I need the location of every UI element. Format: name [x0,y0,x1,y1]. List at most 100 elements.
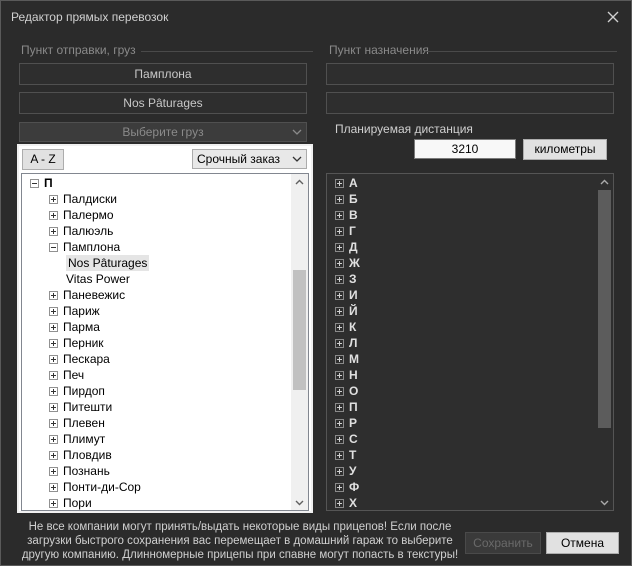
expand-icon[interactable] [49,339,58,348]
tree-item[interactable]: Nos Pâturages [22,255,292,271]
tree-item[interactable]: Ф [327,479,597,495]
expand-icon[interactable] [335,307,344,316]
tree-item[interactable]: Л [327,335,597,351]
expand-icon[interactable] [335,435,344,444]
tree-item[interactable]: Плевен [22,415,292,431]
expand-icon[interactable] [49,483,58,492]
expand-icon[interactable] [49,451,58,460]
origin-city-field[interactable]: Памплона [19,63,307,85]
expand-icon[interactable] [335,243,344,252]
tree-item[interactable]: М [327,351,597,367]
expand-icon[interactable] [49,307,58,316]
expand-icon[interactable] [335,403,344,412]
tree-item[interactable]: Н [327,367,597,383]
tree-item[interactable]: У [327,463,597,479]
expand-icon[interactable] [335,419,344,428]
expand-icon[interactable] [49,387,58,396]
scrollbar-thumb[interactable] [598,190,611,428]
tree-item[interactable]: С [327,431,597,447]
title-bar[interactable]: Редактор прямых перевозок [1,1,631,33]
chevron-up-icon[interactable] [295,178,304,187]
cargo-select[interactable]: Выберите груз [19,122,307,142]
expand-icon[interactable] [335,259,344,268]
destination-city-field[interactable] [326,63,614,85]
tree-item[interactable]: Т [327,447,597,463]
expand-icon[interactable] [49,403,58,412]
tree-item[interactable]: Б [327,191,597,207]
tree-item[interactable]: Париж [22,303,292,319]
tree-item[interactable]: А [327,175,597,191]
collapse-icon[interactable] [30,179,39,188]
tree-item[interactable]: Пирдоп [22,383,292,399]
tree-item[interactable]: Парма [22,319,292,335]
expand-icon[interactable] [335,387,344,396]
expand-icon[interactable] [49,195,58,204]
expand-icon[interactable] [335,211,344,220]
expand-icon[interactable] [49,371,58,380]
sort-az-button[interactable]: A - Z [22,149,64,170]
tree-item[interactable]: Памплона [22,239,292,255]
destination-tree[interactable]: АБВГДЖЗИЙКЛМНОПРСТУФХ [326,173,614,511]
tree-item[interactable]: К [327,319,597,335]
tree-item[interactable]: П [22,175,292,191]
expand-icon[interactable] [335,499,344,508]
expand-icon[interactable] [335,339,344,348]
save-button[interactable]: Сохранить [465,532,541,554]
tree-item[interactable]: Питешти [22,399,292,415]
chevron-down-icon[interactable] [295,498,304,507]
tree-item[interactable]: О [327,383,597,399]
tree-item[interactable]: Г [327,223,597,239]
expand-icon[interactable] [335,195,344,204]
tree-item[interactable]: Пори [22,495,292,510]
tree-item[interactable]: Х [327,495,597,510]
expand-icon[interactable] [335,323,344,332]
expand-icon[interactable] [49,355,58,364]
tree-item[interactable]: Плимут [22,431,292,447]
expand-icon[interactable] [335,451,344,460]
expand-icon[interactable] [49,419,58,428]
expand-icon[interactable] [49,467,58,476]
destination-company-field[interactable] [326,92,614,114]
expand-icon[interactable] [49,291,58,300]
tree-item[interactable]: З [327,271,597,287]
tree-item[interactable]: Vitas Power [22,271,292,287]
expand-icon[interactable] [335,227,344,236]
origin-company-field[interactable]: Nos Pâturages [19,92,307,114]
tree-item[interactable]: Ж [327,255,597,271]
expand-icon[interactable] [49,227,58,236]
cancel-button[interactable]: Отмена [546,532,619,554]
tree-item[interactable]: И [327,287,597,303]
tree-item[interactable]: Печ [22,367,292,383]
tree-item[interactable]: Палермо [22,207,292,223]
expand-icon[interactable] [49,323,58,332]
collapse-icon[interactable] [49,243,58,252]
expand-icon[interactable] [49,211,58,220]
expand-icon[interactable] [335,467,344,476]
distance-field[interactable]: 3210 [414,139,516,159]
expand-icon[interactable] [335,291,344,300]
units-button[interactable]: километры [523,139,607,160]
tree-item[interactable]: Палдиски [22,191,292,207]
expand-icon[interactable] [335,483,344,492]
tree-item[interactable]: П [327,399,597,415]
expand-icon[interactable] [335,179,344,188]
tree-item[interactable]: Р [327,415,597,431]
scrollbar-thumb[interactable] [293,270,306,390]
tree-item[interactable]: Понти-ди-Сор [22,479,292,495]
tree-item[interactable]: Пловдив [22,447,292,463]
expand-icon[interactable] [335,355,344,364]
tree-item[interactable]: Пескара [22,351,292,367]
tree-item[interactable]: Д [327,239,597,255]
chevron-down-icon[interactable] [600,498,609,507]
close-button[interactable] [603,7,623,27]
tree-item[interactable]: В [327,207,597,223]
origin-tree[interactable]: П Палдиски Палермо Палюэль Памплона Nos Pâtur… [21,173,309,511]
expand-icon[interactable] [49,499,58,508]
expand-icon[interactable] [335,371,344,380]
tree-item[interactable]: Паневежис [22,287,292,303]
expand-icon[interactable] [335,275,344,284]
expand-icon[interactable] [49,435,58,444]
tree-item[interactable]: Палюэль [22,223,292,239]
origin-tree-scrollbar[interactable] [291,174,308,510]
tree-item[interactable]: Й [327,303,597,319]
